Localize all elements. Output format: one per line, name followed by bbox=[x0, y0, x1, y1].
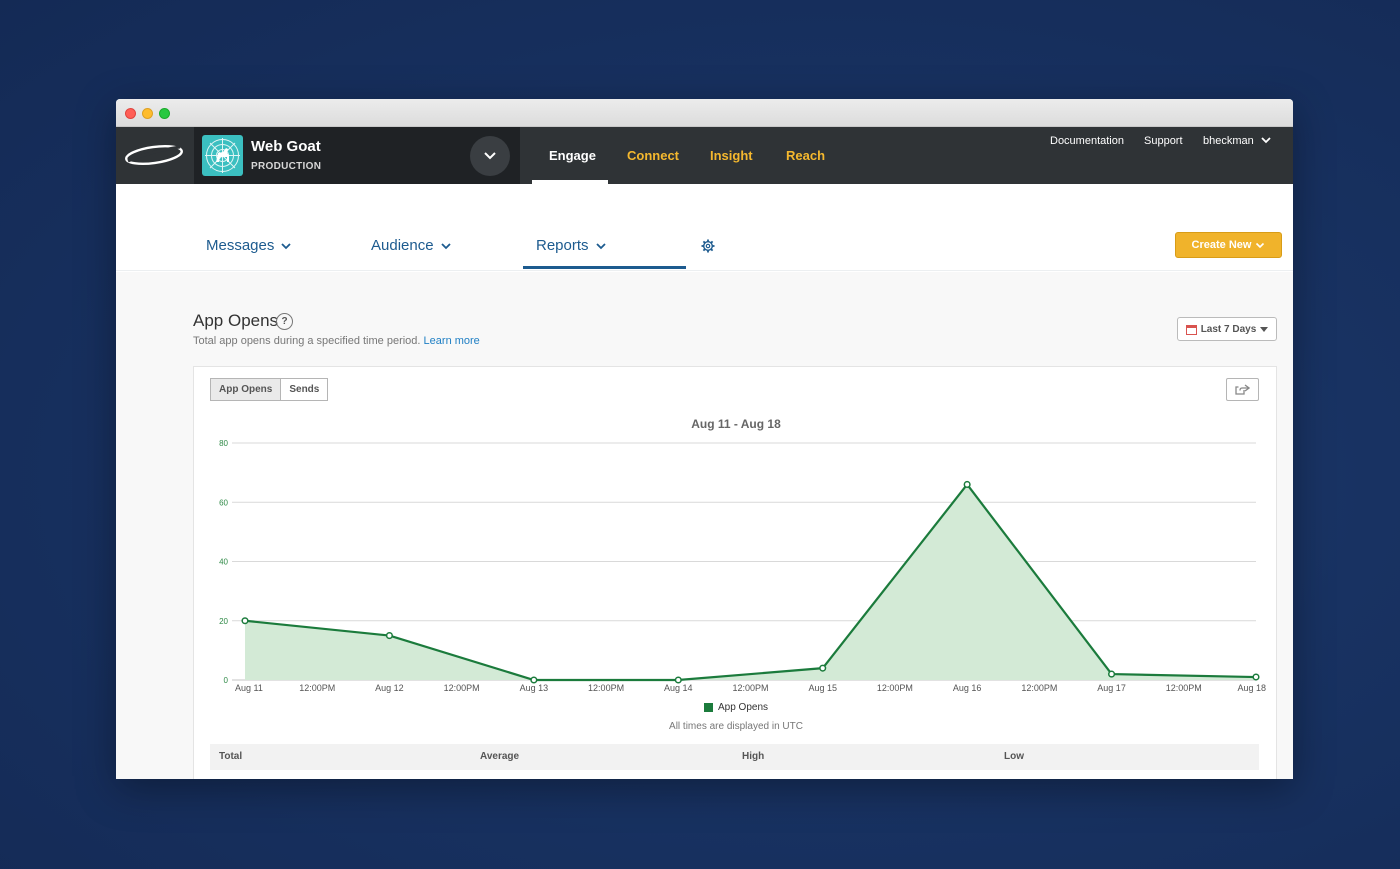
data-point bbox=[1108, 670, 1116, 678]
topnav-engage[interactable]: Engage bbox=[549, 148, 596, 163]
x-tick-label: 12:00PM bbox=[299, 683, 335, 693]
minimize-window-button[interactable] bbox=[142, 108, 153, 119]
subnav-audience-label: Audience bbox=[371, 237, 434, 254]
x-tick-label: 12:00PM bbox=[732, 683, 768, 693]
y-tick-label: 20 bbox=[219, 617, 228, 626]
x-tick-label: Aug 16 bbox=[953, 683, 982, 693]
x-tick-label: 12:00PM bbox=[877, 683, 913, 693]
y-tick-label: 80 bbox=[219, 439, 228, 448]
data-point bbox=[819, 664, 827, 672]
chart-legend[interactable]: App Opens bbox=[194, 702, 1278, 713]
maximize-window-button[interactable] bbox=[159, 108, 170, 119]
topnav-reach[interactable]: Reach bbox=[786, 148, 825, 163]
chevron-down-icon bbox=[281, 242, 292, 249]
documentation-link[interactable]: Documentation bbox=[1050, 135, 1124, 147]
toggle-sends[interactable]: Sends bbox=[281, 378, 329, 401]
description-text: Total app opens during a specified time … bbox=[193, 335, 421, 347]
user-menu[interactable]: bheckman bbox=[1203, 135, 1254, 147]
app-name: Web Goat bbox=[251, 138, 321, 155]
caret-down-icon bbox=[1260, 326, 1269, 332]
topnav-insight[interactable]: Insight bbox=[710, 148, 753, 163]
x-tick-label: Aug 12 bbox=[375, 683, 404, 693]
legend-swatch bbox=[703, 703, 713, 712]
stat-average-header: Average bbox=[480, 751, 520, 762]
x-tick-label: 12:00PM bbox=[1166, 683, 1202, 693]
x-tick-label: Aug 14 bbox=[664, 683, 693, 693]
app-opens-chart: 0 20 40 60 80 Aug 11 12:00PM Aug 12 12:00PM Aug 1… bbox=[219, 439, 1266, 693]
secondary-nav: Messages Audience Reports Create New bbox=[116, 184, 1293, 271]
goat-app-icon bbox=[202, 135, 243, 176]
timezone-note: All times are displayed in UTC bbox=[669, 721, 803, 732]
active-subnav-indicator bbox=[523, 266, 686, 269]
app-environment: PRODUCTION bbox=[251, 161, 322, 172]
subnav-messages[interactable]: Messages bbox=[206, 237, 292, 254]
legend-label: App Opens bbox=[717, 702, 769, 713]
x-tick-label: Aug 15 bbox=[808, 683, 837, 693]
y-tick-label: 40 bbox=[219, 558, 228, 567]
share-icon bbox=[1235, 384, 1250, 395]
chevron-down-icon bbox=[1256, 242, 1265, 248]
y-tick-label: 0 bbox=[224, 676, 229, 685]
subnav-messages-label: Messages bbox=[206, 237, 275, 254]
date-range-label: Last 7 Days bbox=[1200, 323, 1257, 335]
metric-toggle-group: App Opens Sends bbox=[210, 378, 329, 401]
topnav-connect[interactable]: Connect bbox=[627, 148, 679, 163]
x-tick-label: 12:00PM bbox=[444, 683, 480, 693]
toggle-app-opens[interactable]: App Opens bbox=[210, 378, 282, 401]
learn-more-link[interactable]: Learn more bbox=[424, 335, 480, 347]
data-point bbox=[1252, 673, 1260, 681]
data-point bbox=[674, 676, 682, 684]
page-description: Total app opens during a specified time … bbox=[193, 335, 480, 347]
subnav-reports[interactable]: Reports bbox=[536, 237, 607, 254]
x-tick-label: 12:00PM bbox=[588, 683, 624, 693]
window-titlebar bbox=[116, 99, 1293, 127]
top-navbar: Web Goat PRODUCTION Engage Connect Insig… bbox=[116, 127, 1293, 184]
x-tick-label: Aug 13 bbox=[520, 683, 549, 693]
data-point bbox=[530, 676, 538, 684]
help-icon[interactable]: ? bbox=[276, 313, 293, 330]
date-range-dropdown[interactable]: Last 7 Days bbox=[1177, 317, 1277, 341]
chevron-down-icon[interactable] bbox=[1260, 136, 1272, 145]
report-content: App Opens ? Total app opens during a spe… bbox=[116, 272, 1293, 779]
create-new-button[interactable]: Create New bbox=[1175, 232, 1282, 258]
x-tick-label: 12:00PM bbox=[1021, 683, 1057, 693]
app-switcher[interactable]: Web Goat PRODUCTION bbox=[194, 127, 520, 184]
chart-card: App Opens Sends Aug 11 - Aug 18 0 20 40 60 8… bbox=[193, 366, 1277, 779]
y-tick-label: 60 bbox=[219, 498, 228, 507]
stat-total-header: Total bbox=[219, 751, 243, 762]
calendar-icon bbox=[1185, 324, 1197, 335]
stat-low-header: Low bbox=[1004, 751, 1024, 762]
app-switcher-toggle[interactable] bbox=[470, 136, 510, 176]
brand-logo[interactable] bbox=[116, 127, 194, 184]
page-title: App Opens bbox=[193, 311, 279, 330]
subnav-audience[interactable]: Audience bbox=[371, 237, 452, 254]
gear-icon[interactable] bbox=[701, 239, 715, 253]
stat-high-header: High bbox=[742, 751, 765, 762]
chart-title: Aug 11 - Aug 18 bbox=[691, 417, 781, 431]
chevron-down-icon bbox=[440, 242, 451, 249]
series-area-app-opens bbox=[245, 484, 1256, 680]
export-button[interactable] bbox=[1226, 378, 1259, 401]
create-new-label: Create New bbox=[1191, 239, 1252, 251]
x-tick-label: Aug 11 bbox=[235, 683, 263, 693]
chevron-down-icon bbox=[595, 242, 606, 249]
x-tick-label: Aug 18 bbox=[1237, 683, 1266, 693]
support-link[interactable]: Support bbox=[1144, 135, 1183, 147]
x-tick-label: Aug 17 bbox=[1097, 683, 1126, 693]
stats-header-row: Total Average High Low bbox=[210, 744, 1259, 770]
chevron-down-icon bbox=[484, 152, 496, 160]
data-point bbox=[385, 632, 393, 640]
browser-window: Web Goat PRODUCTION Engage Connect Insig… bbox=[116, 99, 1293, 779]
subnav-reports-label: Reports bbox=[536, 237, 589, 254]
data-point bbox=[241, 617, 249, 625]
data-point bbox=[963, 480, 971, 489]
close-window-button[interactable] bbox=[125, 108, 136, 119]
